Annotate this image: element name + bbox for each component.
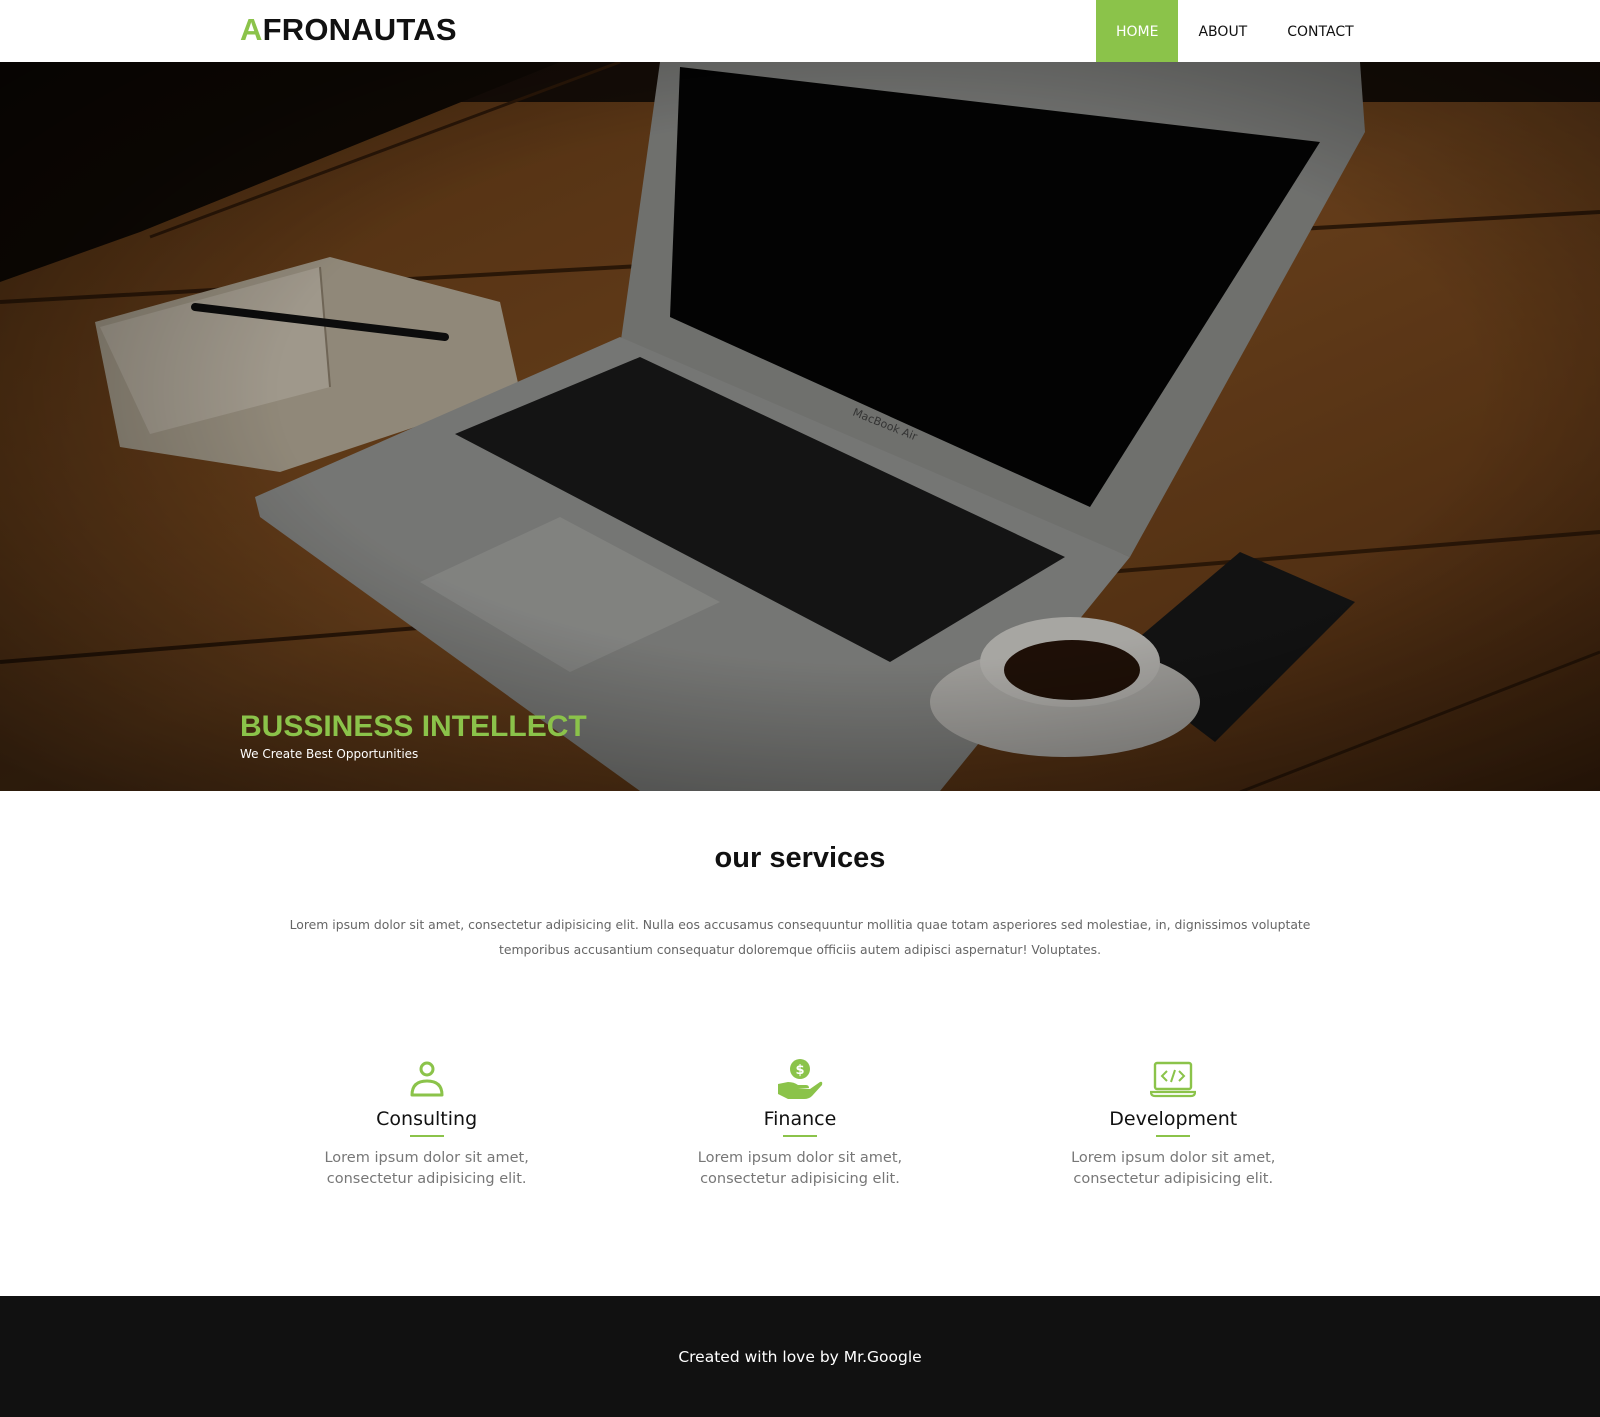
service-name: Development — [1109, 1108, 1238, 1130]
service-name: Consulting — [376, 1108, 478, 1130]
services-title: our services — [714, 842, 886, 874]
logo-text: FRONAUTAS — [262, 12, 457, 47]
svg-text:$: $ — [795, 1063, 804, 1078]
nav-item-about[interactable]: ABOUT — [1178, 0, 1267, 62]
hero-title: BUSSINESS INTELLECT — [240, 710, 587, 743]
person-icon — [240, 1058, 613, 1100]
hero-banner: MacBook Air BUSSINESS INTELLECT We Creat… — [0, 62, 1600, 791]
service-text: Lorem ipsum dolor sit amet, consectetur … — [324, 1150, 529, 1187]
service-underline — [409, 1135, 444, 1137]
site-logo[interactable]: AFRONAUTAS — [240, 12, 457, 48]
service-text: Lorem ipsum dolor sit amet, consectetur … — [697, 1150, 903, 1187]
site-header: AFRONAUTAS HOME ABOUT CONTACT — [0, 0, 1600, 62]
logo-accent-letter: A — [240, 12, 263, 47]
main-nav: HOME ABOUT CONTACT — [1096, 0, 1374, 62]
service-card-development: Development Lorem ipsum dolor sit amet, … — [987, 1058, 1360, 1190]
nav-item-home[interactable]: HOME — [1096, 0, 1179, 62]
service-name: Finance — [763, 1108, 837, 1130]
service-card-consulting: Consulting Lorem ipsum dolor sit amet, c… — [240, 1058, 613, 1190]
service-card-finance: $ Finance Lorem ipsum dolor sit amet, co… — [613, 1058, 986, 1190]
service-underline — [782, 1135, 817, 1137]
site-footer: Created with love by Mr.Google — [0, 1296, 1600, 1417]
money-hand-icon: $ — [613, 1058, 986, 1100]
hero-background-image: MacBook Air — [0, 62, 1600, 791]
services-description: Lorem ipsum dolor sit amet, consectetur … — [289, 917, 1311, 957]
code-laptop-icon — [987, 1058, 1360, 1100]
service-text: Lorem ipsum dolor sit amet, consectetur … — [1071, 1150, 1276, 1187]
hero-subtitle: We Create Best Opportunities — [240, 747, 419, 761]
services-list: Consulting Lorem ipsum dolor sit amet, c… — [240, 1058, 1360, 1190]
service-underline — [1156, 1135, 1191, 1137]
footer-credit: Created with love by Mr.Google — [678, 1348, 922, 1366]
nav-item-contact[interactable]: CONTACT — [1267, 0, 1373, 62]
